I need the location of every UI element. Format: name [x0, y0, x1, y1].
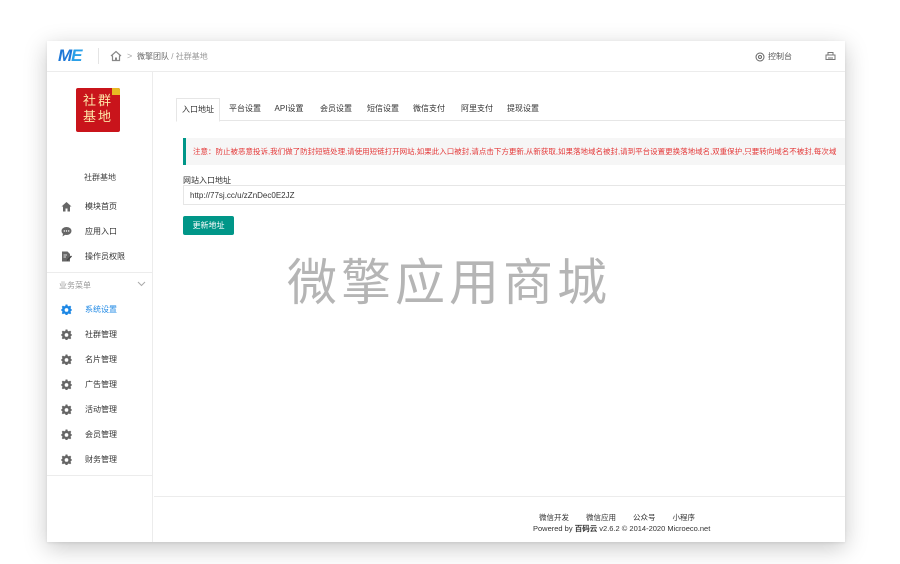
sidebar-item-ad-management[interactable]: 广告管理: [47, 372, 153, 397]
tab-api-settings[interactable]: API设置: [272, 98, 306, 121]
sidebar-item-community-management[interactable]: 社群管理: [47, 322, 153, 347]
sidebar-item-label: 会员管理: [85, 430, 117, 439]
sidebar-item-label: 名片管理: [85, 355, 117, 364]
gear-icon: [61, 354, 72, 365]
footer-link-mini-program[interactable]: 小程序: [673, 512, 696, 523]
update-address-button[interactable]: 更新地址: [183, 216, 234, 235]
watermark: 微擎应用商城: [287, 254, 611, 312]
sidebar-item-label: 模块首页: [85, 202, 117, 211]
sidebar-item-member-management[interactable]: 会员管理: [47, 422, 153, 447]
sidebar-item-module-home[interactable]: 模块首页: [47, 194, 153, 219]
gear-icon: [61, 329, 72, 340]
sidebar-item-label: 财务管理: [85, 455, 117, 464]
breadcrumb-separator: /: [171, 52, 174, 61]
powered-by-prefix: Powered by: [533, 524, 575, 533]
footer: 微信开发 微信应用 公众号 小程序 Powered by 百码云 v2.6.2 …: [154, 496, 845, 542]
sidebar-item-app-entry[interactable]: 应用入口: [47, 219, 153, 244]
gear-icon: [61, 429, 72, 440]
tab-member-settings[interactable]: 会员设置: [317, 98, 355, 121]
footer-link-wechat-apps[interactable]: 微信应用: [586, 512, 616, 523]
gear-icon: [61, 454, 72, 465]
app-window: ME > 微擎团队 / 社群基地 控制台 社群 基地 社群基地 模块首页 应用入…: [47, 41, 845, 542]
footer-brand[interactable]: 百码云: [575, 524, 598, 533]
home-icon[interactable]: [110, 50, 122, 62]
header-divider: [98, 48, 99, 64]
gear-icon: [61, 304, 72, 315]
control-panel-link[interactable]: 控制台: [755, 50, 792, 63]
top-bar: ME > 微擎团队 / 社群基地 控制台: [47, 41, 845, 72]
tab-entry-address[interactable]: 入口地址: [176, 98, 220, 122]
business-menu-header[interactable]: 业务菜单: [47, 273, 153, 297]
powered-by-suffix: v2.6.2 © 2014-2020 Microeco.net: [597, 524, 711, 533]
chat-bubble-icon: [61, 227, 72, 237]
site-avatar: 社群 基地: [76, 88, 120, 132]
sidebar-item-label: 社群管理: [85, 330, 117, 339]
site-name: 社群基地: [84, 173, 116, 182]
footer-copyright: Powered by 百码云 v2.6.2 © 2014-2020 Microe…: [533, 523, 710, 534]
breadcrumb-item-current: 社群基地: [175, 52, 208, 61]
entry-url-input[interactable]: [183, 185, 845, 205]
breadcrumb: 微擎团队 / 社群基地: [137, 51, 208, 62]
chevron-down-icon[interactable]: [137, 279, 146, 288]
tab-withdraw-settings[interactable]: 提现设置: [504, 98, 542, 121]
gear-icon: [61, 379, 72, 390]
sidebar-item-card-management[interactable]: 名片管理: [47, 347, 153, 372]
avatar-text-line2: 基地: [82, 110, 113, 125]
edit-document-icon: [62, 251, 72, 262]
settings-tabs: 入口地址 平台设置 API设置 会员设置 短信设置 微信支付 阿里支付 提现设置: [176, 98, 845, 122]
sidebar-divider: [47, 475, 153, 476]
business-menu-title: 业务菜单: [59, 280, 91, 290]
avatar-corner: [112, 88, 120, 95]
breadcrumb-item-team[interactable]: 微擎团队: [137, 52, 169, 61]
home-icon: [61, 202, 72, 212]
footer-link-official-account[interactable]: 公众号: [633, 512, 656, 523]
gear-icon: [61, 404, 72, 415]
sidebar-item-finance-management[interactable]: 财务管理: [47, 447, 153, 472]
dashboard-icon: [755, 52, 765, 61]
warning-notice: 注意：防止被恶意投诉,我们做了防封短链处理,请使用短链打开网站,如果此入口被封,…: [183, 138, 845, 165]
logo[interactable]: ME: [58, 47, 83, 65]
sidebar-item-activity-management[interactable]: 活动管理: [47, 397, 153, 422]
sidebar-item-system-settings[interactable]: 系统设置: [47, 297, 153, 322]
sidebar-item-label: 系统设置: [85, 305, 117, 314]
footer-links: 微信开发 微信应用 公众号 小程序: [539, 512, 695, 523]
breadcrumb-chevron-icon: >: [127, 51, 133, 61]
sidebar-item-operator-permissions[interactable]: 操作员权限: [47, 244, 153, 269]
avatar-text-line1: 社群: [82, 94, 113, 109]
tab-alipay[interactable]: 阿里支付: [458, 98, 496, 121]
main-content: 入口地址 平台设置 API设置 会员设置 短信设置 微信支付 阿里支付 提现设置…: [154, 72, 845, 542]
printer-icon[interactable]: [825, 51, 836, 62]
sidebar: 社群 基地 社群基地 模块首页 应用入口 操作员权限 业务菜单 系统设置 社群管…: [47, 72, 153, 542]
sidebar-item-label: 活动管理: [85, 405, 117, 414]
sidebar-menu: 模块首页 应用入口 操作员权限 业务菜单 系统设置 社群管理 名片管理 广告管理…: [47, 194, 153, 476]
control-panel-label: 控制台: [768, 52, 792, 61]
sidebar-item-label: 操作员权限: [85, 252, 125, 261]
sidebar-item-label: 应用入口: [85, 227, 117, 236]
tab-platform-settings[interactable]: 平台设置: [226, 98, 264, 121]
tab-sms-settings[interactable]: 短信设置: [364, 98, 402, 121]
footer-link-wechat-dev[interactable]: 微信开发: [539, 512, 569, 523]
tab-wechat-pay[interactable]: 微信支付: [410, 98, 448, 121]
sidebar-item-label: 广告管理: [85, 380, 117, 389]
